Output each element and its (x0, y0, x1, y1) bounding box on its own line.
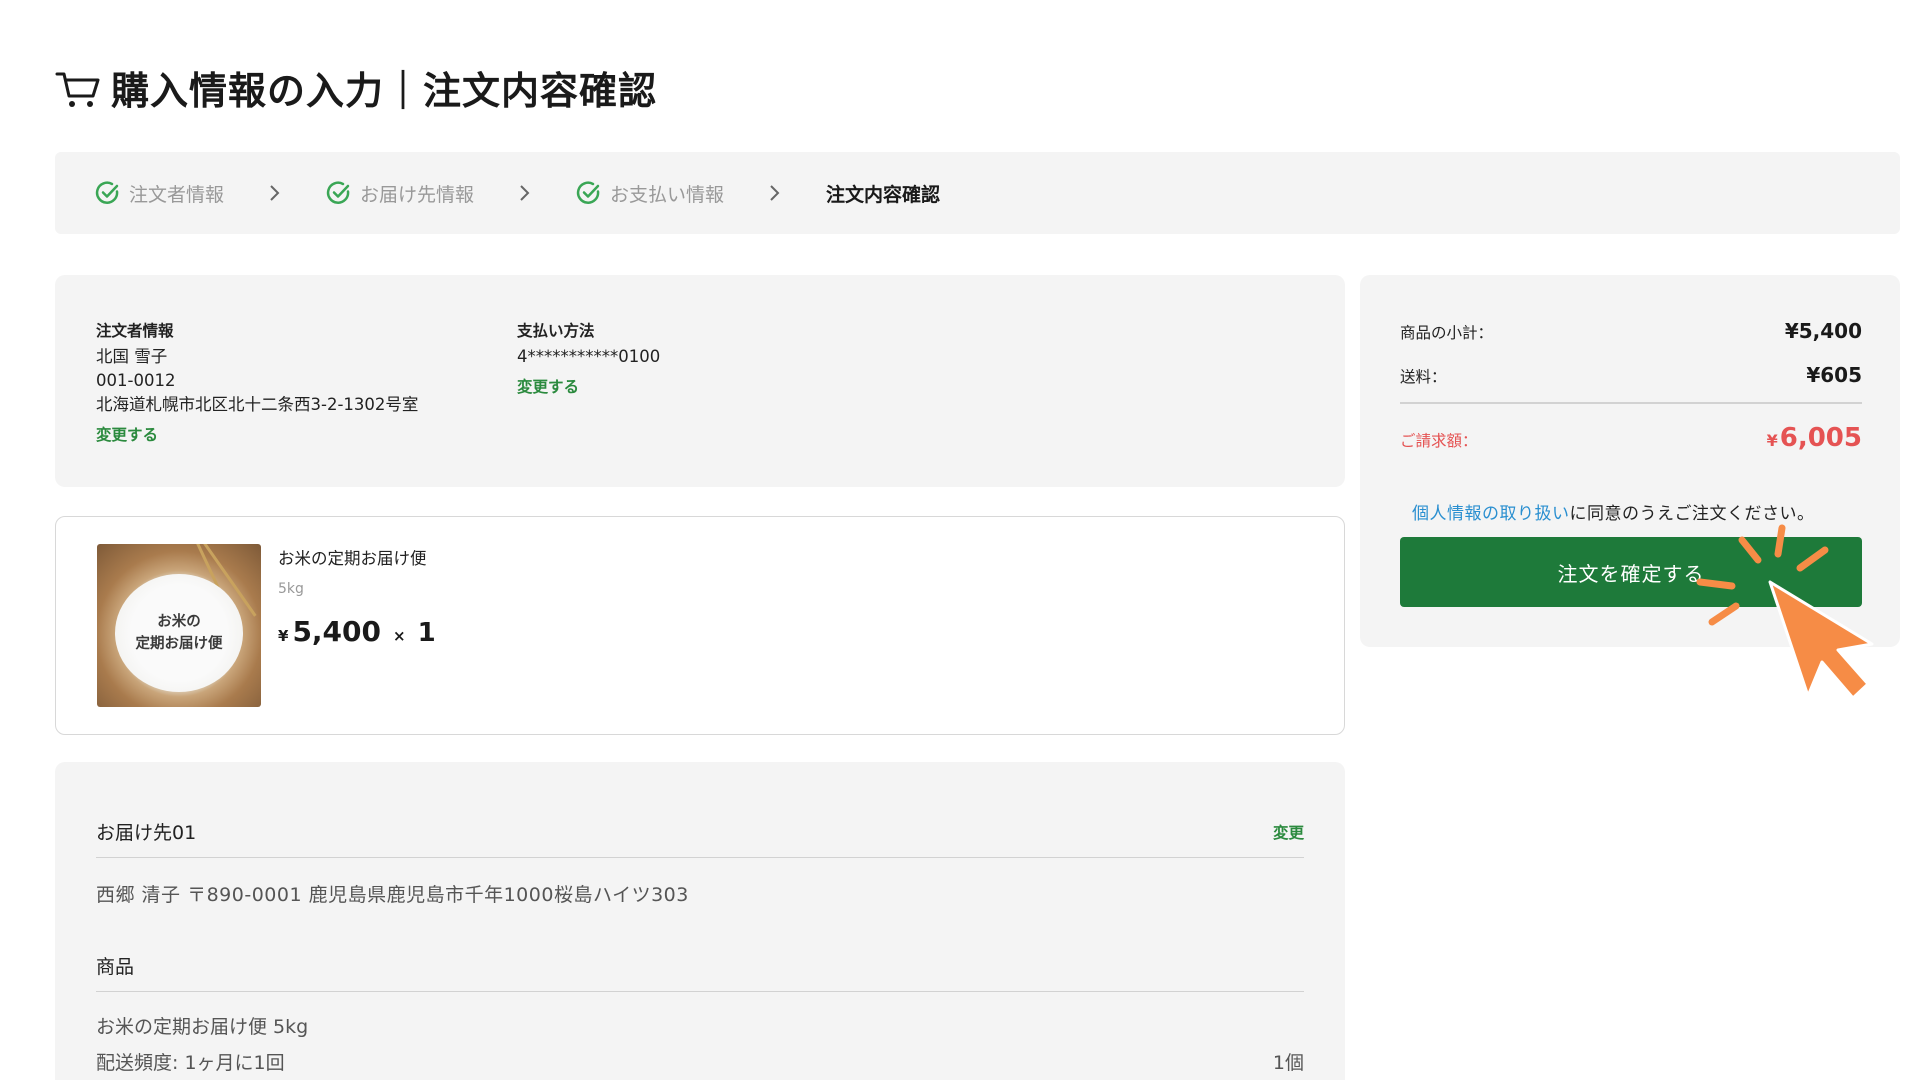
payment-card-number: 4***********0100 (517, 347, 661, 366)
delivery-panel: お届け先01 変更 西郷 清子 〒890-0001 鹿児島県鹿児島市千年1000… (55, 762, 1345, 1080)
orderer-info: 注文者情報 北国 雪子 001-0012 北海道札幌市北区北十二条西3-2-13… (96, 319, 418, 447)
chevron-right-icon (770, 185, 780, 201)
orderer-name: 北国 雪子 (96, 347, 168, 366)
currency-symbol: ¥ (278, 627, 289, 645)
delivery-title: お届け先01 (96, 822, 197, 844)
step-delivery[interactable]: お届け先情報 (326, 180, 474, 207)
payment-change-link[interactable]: 変更する (517, 375, 660, 399)
price-amount: 5,400 (292, 615, 382, 648)
delivery-header: お届け先01 変更 (96, 818, 1304, 858)
total-currency: ¥ (1766, 431, 1778, 450)
orderer-postal: 001-0012 (96, 371, 176, 390)
check-circle-icon (326, 181, 350, 204)
page-heading: 購入情報の入力｜注文内容確認 (111, 69, 658, 113)
product-weight: 5kg (278, 581, 304, 597)
goods-count: 1個 (1272, 1052, 1304, 1074)
total-amount: 6,005 (1779, 423, 1862, 453)
product-image-text: 定期お届け便 (135, 636, 223, 652)
delivery-change-link[interactable]: 変更 (1273, 821, 1304, 843)
check-circle-icon (576, 181, 600, 204)
goods-name: お米の定期お届け便 5kg (96, 1016, 309, 1038)
step-label: お届け先情報 (360, 183, 475, 206)
summary-divider (1400, 402, 1862, 404)
total-row: ご請求額： ¥6,005 (1400, 423, 1862, 453)
step-label: 注文内容確認 (826, 183, 941, 206)
chevron-right-icon (270, 185, 280, 201)
payment-label: 支払い方法 (517, 322, 595, 340)
product-card: お米の 定期お届け便 お米の定期お届け便 5kg ¥ 5,400 × 1 (55, 516, 1345, 735)
subtotal-row: 商品の小計： ¥5,400 (1400, 319, 1862, 343)
shipping-value: ¥605 (1806, 363, 1862, 387)
product-quantity: 1 (417, 618, 436, 648)
cart-icon (55, 72, 100, 107)
product-image: お米の 定期お届け便 (97, 544, 261, 707)
orderer-address: 北海道札幌市北区北十二条西3-2-1302号室 (96, 395, 419, 414)
orderer-change-link[interactable]: 変更する (96, 423, 418, 447)
privacy-policy-link[interactable]: 個人情報の取り扱い (1412, 504, 1570, 524)
payment-info: 支払い方法 4***********0100 変更する (517, 319, 660, 399)
shipping-row: 送料： ¥605 (1400, 363, 1862, 387)
orderer-label: 注文者情報 (96, 322, 174, 340)
delivery-address: 西郷 清子 〒890-0001 鹿児島県鹿児島市千年1000桜島ハイツ303 (96, 884, 689, 906)
step-payment[interactable]: お支払い情報 (576, 180, 724, 207)
times-sign: × (393, 627, 406, 645)
check-circle-icon (95, 181, 119, 204)
total-label: ご請求額： (1400, 432, 1478, 450)
goods-frequency-row: 配送頻度: 1ヶ月に1回 1個 (96, 1048, 1304, 1075)
goods-header: 商品 (96, 952, 1304, 992)
subtotal-label: 商品の小計： (1400, 324, 1494, 342)
checkout-steps: 注文者情報 お届け先情報 お支払い情報 注文内容確認 (55, 152, 1900, 234)
order-info-panel: 注文者情報 北国 雪子 001-0012 北海道札幌市北区北十二条西3-2-13… (55, 275, 1345, 487)
shipping-label: 送料： (1400, 368, 1447, 386)
product-price: ¥ 5,400 × 1 (278, 615, 436, 648)
step-label: 注文者情報 (129, 183, 225, 206)
click-pointer-icon (1696, 524, 1874, 700)
subtotal-value: ¥5,400 (1784, 319, 1862, 343)
step-orderer[interactable]: 注文者情報 (95, 180, 224, 207)
product-name: お米の定期お届け便 (278, 549, 427, 568)
step-confirm: 注文内容確認 (826, 180, 940, 207)
product-image-text: お米の (157, 614, 201, 630)
chevron-right-icon (520, 185, 530, 201)
step-label: お支払い情報 (610, 183, 725, 206)
goods-frequency: 配送頻度: 1ヶ月に1回 (96, 1052, 285, 1074)
total-value: ¥6,005 (1767, 423, 1862, 453)
page-title: 購入情報の入力｜注文内容確認 (55, 60, 657, 115)
